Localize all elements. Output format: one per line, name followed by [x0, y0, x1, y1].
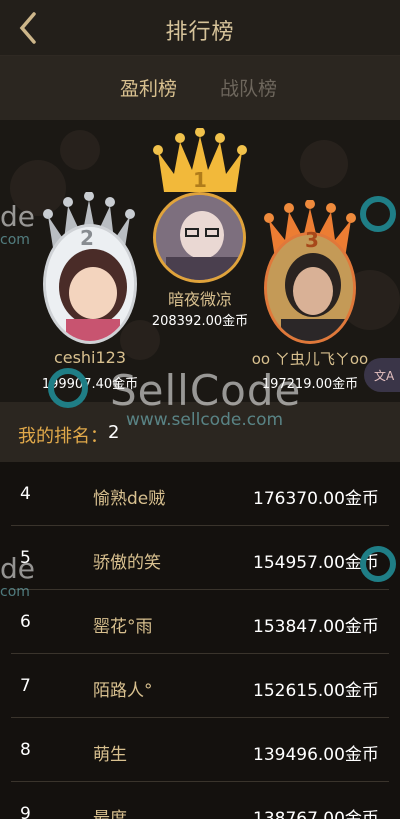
player-coins: 208392.00金币 [151, 314, 249, 329]
watermark-brand: SellCode [110, 366, 302, 415]
watermark-logo-icon [360, 196, 396, 232]
rank-number: 1 [193, 168, 207, 192]
list-rank: 9 [20, 804, 31, 819]
watermark-fragment-url: com [0, 232, 30, 248]
svg-text:文A: 文A [374, 368, 395, 383]
tab-profit[interactable]: 盈利榜 [120, 74, 177, 101]
page-title: 排行榜 [165, 20, 235, 45]
list-rank: 7 [20, 676, 31, 696]
translate-float-button[interactable]: 文A [364, 358, 400, 392]
list-amount: 138767.00金币 [253, 809, 379, 819]
paw-decoration [60, 130, 100, 170]
list-name: 最度 [93, 809, 127, 819]
list-rank: 8 [20, 740, 31, 760]
tab-team[interactable]: 战队榜 [220, 74, 277, 101]
rank-number: 2 [80, 226, 94, 250]
watermark-logo-icon [48, 368, 88, 408]
my-rank-label: 我的排名： [18, 426, 108, 447]
player-name: 暗夜微凉 [167, 290, 232, 309]
watermark-fragment-url: com [0, 584, 30, 600]
player-name: ceshi123 [53, 348, 127, 367]
list-amount: 152615.00金币 [253, 681, 379, 701]
list-name: 陌路人° [93, 681, 153, 701]
list-item[interactable]: 8 萌生 139496.00金币 [11, 718, 389, 782]
list-rank: 6 [20, 612, 31, 632]
watermark-logo-icon [360, 546, 396, 582]
watermark-fragment: de [0, 200, 35, 233]
list-amount: 139496.00金币 [253, 745, 379, 765]
tab-bar: 盈利榜 战队榜 [0, 56, 400, 120]
list-amount: 176370.00金币 [253, 489, 379, 509]
list-item[interactable]: 6 罂花°雨 153847.00金币 [11, 590, 389, 654]
translate-icon: 文A [374, 368, 395, 383]
list-rank: 4 [20, 484, 31, 504]
my-rank-value: 2 [108, 422, 120, 443]
list-item[interactable]: 5 骄傲的笑 154957.00金币 [11, 526, 389, 590]
list-name: 愉熟de贼 [93, 489, 166, 509]
list-item[interactable]: 4 愉熟de贼 176370.00金币 [11, 462, 389, 526]
list-amount: 153847.00金币 [253, 617, 379, 637]
list-name: 萌生 [93, 745, 127, 765]
list-item[interactable]: 9 最度 138767.00金币 [11, 782, 389, 819]
list-name: 罂花°雨 [93, 617, 153, 637]
list-item[interactable]: 7 陌路人° 152615.00金币 [11, 654, 389, 718]
rank-number: 3 [305, 228, 319, 252]
watermark-url: www.sellcode.com [126, 410, 284, 430]
ranking-list: 4 愉熟de贼 176370.00金币 5 骄傲的笑 154957.00金币 6… [0, 462, 400, 819]
list-name: 骄傲的笑 [93, 553, 161, 573]
avatar [153, 192, 246, 283]
watermark-fragment: de [0, 552, 35, 585]
paw-decoration [300, 140, 348, 188]
header: 排行榜 [0, 0, 400, 56]
